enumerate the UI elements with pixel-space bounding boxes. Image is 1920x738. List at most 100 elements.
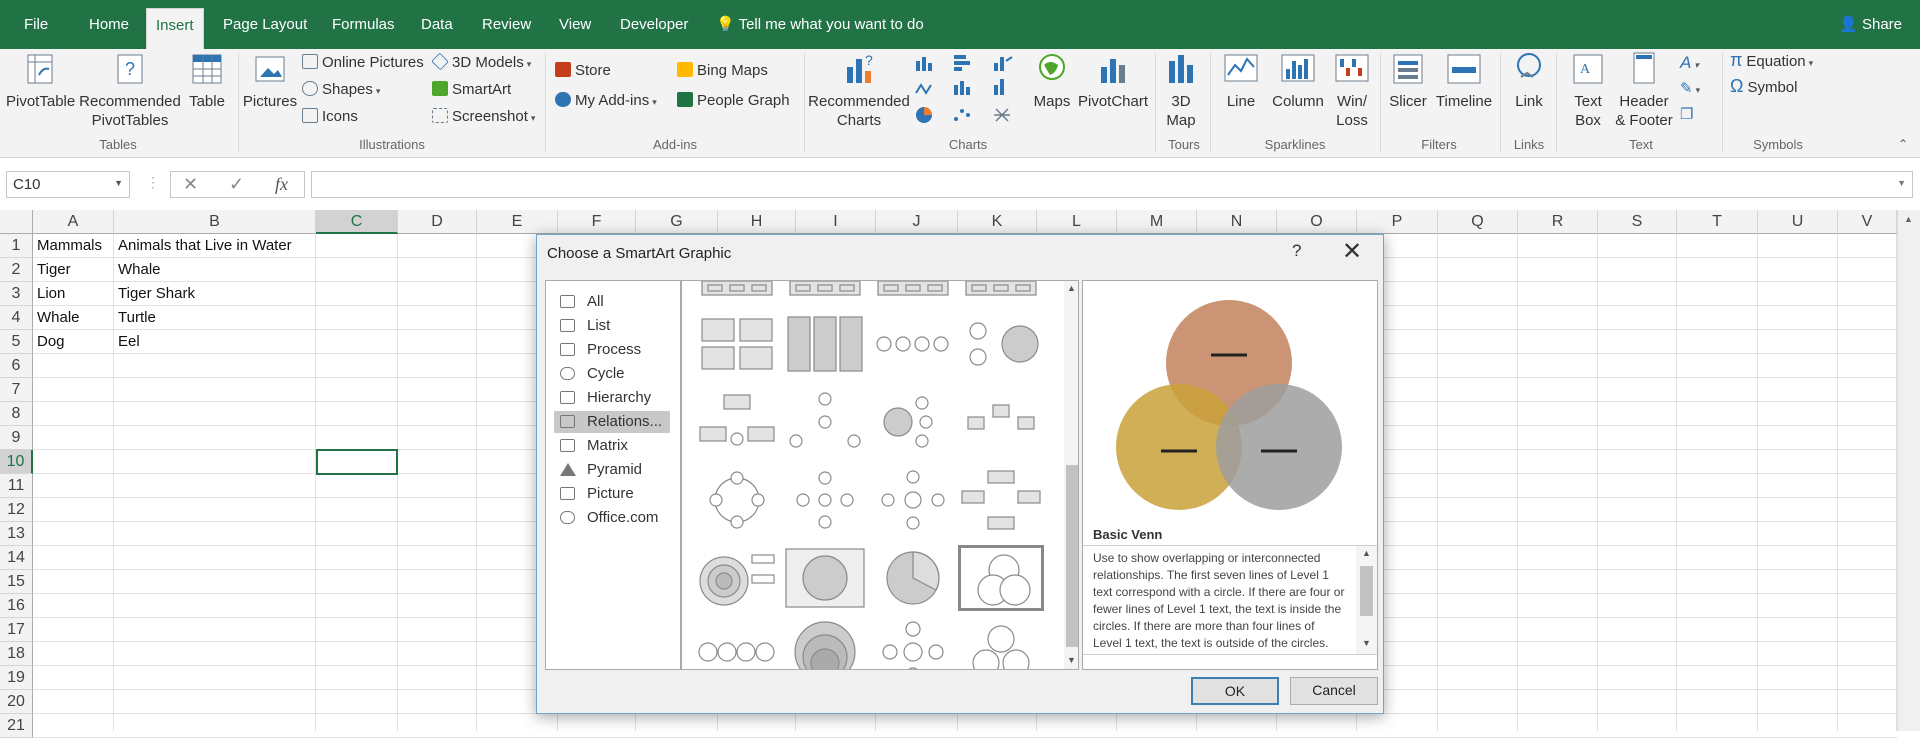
- row-header-3[interactable]: 3: [0, 282, 33, 306]
- row-header-18[interactable]: 18: [0, 642, 33, 666]
- layout-thumbnail[interactable]: [870, 281, 956, 303]
- row-header-6[interactable]: 6: [0, 354, 33, 378]
- layout-thumbnail[interactable]: [870, 311, 956, 377]
- cell-a1[interactable]: Mammals: [33, 234, 102, 257]
- layout-thumbnail[interactable]: [958, 389, 1044, 455]
- row-header-11[interactable]: 11: [0, 474, 33, 498]
- column-header-d[interactable]: D: [398, 210, 477, 234]
- equation-button[interactable]: π Equation ▾: [1730, 47, 1813, 76]
- layout-thumbnail[interactable]: [694, 281, 780, 303]
- category-all[interactable]: All: [554, 291, 670, 313]
- row-header-21[interactable]: 21: [0, 714, 33, 738]
- sparkline-line-button[interactable]: Line: [1222, 51, 1260, 111]
- 3d-models-button[interactable]: 3D Models ▾: [431, 52, 531, 74]
- icons-button[interactable]: Icons: [302, 107, 358, 127]
- layout-thumbnail[interactable]: [782, 389, 868, 455]
- timeline-button[interactable]: Timeline: [1434, 51, 1494, 111]
- row-header-10[interactable]: 10: [0, 450, 33, 474]
- wordart-icon[interactable]: A ▾: [1680, 53, 1716, 79]
- formula-input[interactable]: ▼: [311, 171, 1913, 198]
- cell-b5[interactable]: Eel: [114, 330, 140, 353]
- layout-thumbnail[interactable]: [694, 619, 780, 669]
- row-header-4[interactable]: 4: [0, 306, 33, 330]
- row-header-13[interactable]: 13: [0, 522, 33, 546]
- close-button[interactable]: ✕: [1342, 237, 1362, 266]
- cancel-button[interactable]: Cancel: [1290, 677, 1378, 705]
- slicer-button[interactable]: Slicer: [1386, 51, 1430, 111]
- scroll-down-icon[interactable]: ▼: [1362, 638, 1371, 648]
- cell-b2[interactable]: Whale: [114, 258, 161, 281]
- my-addins-button[interactable]: My Add-ins ▾: [555, 91, 657, 112]
- screenshot-button[interactable]: Screenshot ▾: [432, 107, 535, 128]
- layout-thumbnail[interactable]: [694, 389, 780, 455]
- enter-icon[interactable]: ✓: [229, 174, 244, 195]
- cancel-icon[interactable]: ✕: [183, 174, 198, 195]
- row-header-5[interactable]: 5: [0, 330, 33, 354]
- text-box-button[interactable]: A Text Box: [1566, 51, 1610, 130]
- insert-function-icon[interactable]: fx: [275, 174, 288, 195]
- tab-data[interactable]: Data: [421, 0, 453, 49]
- tab-page-layout[interactable]: Page Layout: [223, 0, 307, 49]
- tab-developer[interactable]: Developer: [620, 0, 688, 49]
- tab-insert[interactable]: Insert: [146, 8, 204, 49]
- tell-me-box[interactable]: 💡 Tell me what you want to do: [716, 0, 924, 49]
- layout-thumbnail[interactable]: [694, 311, 780, 377]
- row-header-7[interactable]: 7: [0, 378, 33, 402]
- cell-a5[interactable]: Dog: [33, 330, 65, 353]
- help-button[interactable]: ?: [1292, 241, 1301, 261]
- column-header-p[interactable]: P: [1357, 210, 1438, 234]
- column-header-j[interactable]: J: [876, 210, 958, 234]
- column-header-a[interactable]: A: [33, 210, 114, 234]
- cell-b4[interactable]: Turtle: [114, 306, 156, 329]
- category-cycle[interactable]: Cycle: [554, 363, 670, 385]
- column-header-v[interactable]: V: [1838, 210, 1897, 234]
- column-header-u[interactable]: U: [1758, 210, 1838, 234]
- recommended-pivottables-button[interactable]: ? Recommended PivotTables: [78, 51, 182, 130]
- row-header-19[interactable]: 19: [0, 666, 33, 690]
- object-icon[interactable]: ❐: [1680, 105, 1716, 131]
- shapes-button[interactable]: Shapes ▾: [302, 80, 380, 101]
- layout-thumbnail[interactable]: [782, 545, 868, 611]
- layout-thumbnail[interactable]: [958, 281, 1044, 303]
- column-header-q[interactable]: Q: [1438, 210, 1518, 234]
- scroll-up-icon[interactable]: ▲: [1067, 283, 1076, 293]
- layout-thumbnail[interactable]: [694, 467, 780, 533]
- row-header-12[interactable]: 12: [0, 498, 33, 522]
- column-header-f[interactable]: F: [558, 210, 636, 234]
- row-header-20[interactable]: 20: [0, 690, 33, 714]
- bing-maps-button[interactable]: Bing Maps: [677, 61, 768, 81]
- layout-thumbnail[interactable]: [870, 467, 956, 533]
- tab-file[interactable]: File: [24, 0, 48, 49]
- category-picture[interactable]: Picture: [554, 483, 670, 505]
- column-header-s[interactable]: S: [1598, 210, 1677, 234]
- online-pictures-button[interactable]: Online Pictures: [302, 53, 424, 73]
- people-graph-button[interactable]: People Graph: [677, 91, 790, 111]
- row-header-8[interactable]: 8: [0, 402, 33, 426]
- row-header-1[interactable]: 1: [0, 234, 33, 258]
- category-pyramid[interactable]: Pyramid: [554, 459, 670, 481]
- row-header-2[interactable]: 2: [0, 258, 33, 282]
- category-list-item[interactable]: List: [554, 315, 670, 337]
- column-header-g[interactable]: G: [636, 210, 718, 234]
- layout-thumbnail[interactable]: [870, 545, 956, 611]
- layout-thumbnail[interactable]: [870, 389, 956, 455]
- description-scrollbar[interactable]: ▲ ▼: [1356, 546, 1377, 654]
- symbol-button[interactable]: Ω Symbol: [1730, 73, 1798, 101]
- row-header-16[interactable]: 16: [0, 594, 33, 618]
- vertical-scrollbar[interactable]: ▲: [1897, 210, 1920, 731]
- layout-thumbnail[interactable]: [870, 619, 956, 669]
- share-button[interactable]: 👤 Share: [1839, 0, 1902, 49]
- layout-thumbnail[interactable]: [782, 619, 868, 669]
- sparkline-winloss-button[interactable]: Win/Loss: [1332, 51, 1372, 130]
- column-header-n[interactable]: N: [1197, 210, 1277, 234]
- row-header-17[interactable]: 17: [0, 618, 33, 642]
- ok-button[interactable]: OK: [1191, 677, 1279, 705]
- column-header-c[interactable]: C: [316, 210, 398, 234]
- category-hierarchy[interactable]: Hierarchy: [554, 387, 670, 409]
- column-header-k[interactable]: K: [958, 210, 1037, 234]
- link-button[interactable]: Link: [1508, 51, 1550, 111]
- layout-basic-venn[interactable]: [958, 545, 1044, 611]
- category-process[interactable]: Process: [554, 339, 670, 361]
- tab-view[interactable]: View: [559, 0, 591, 49]
- active-cell-c10[interactable]: [316, 449, 398, 475]
